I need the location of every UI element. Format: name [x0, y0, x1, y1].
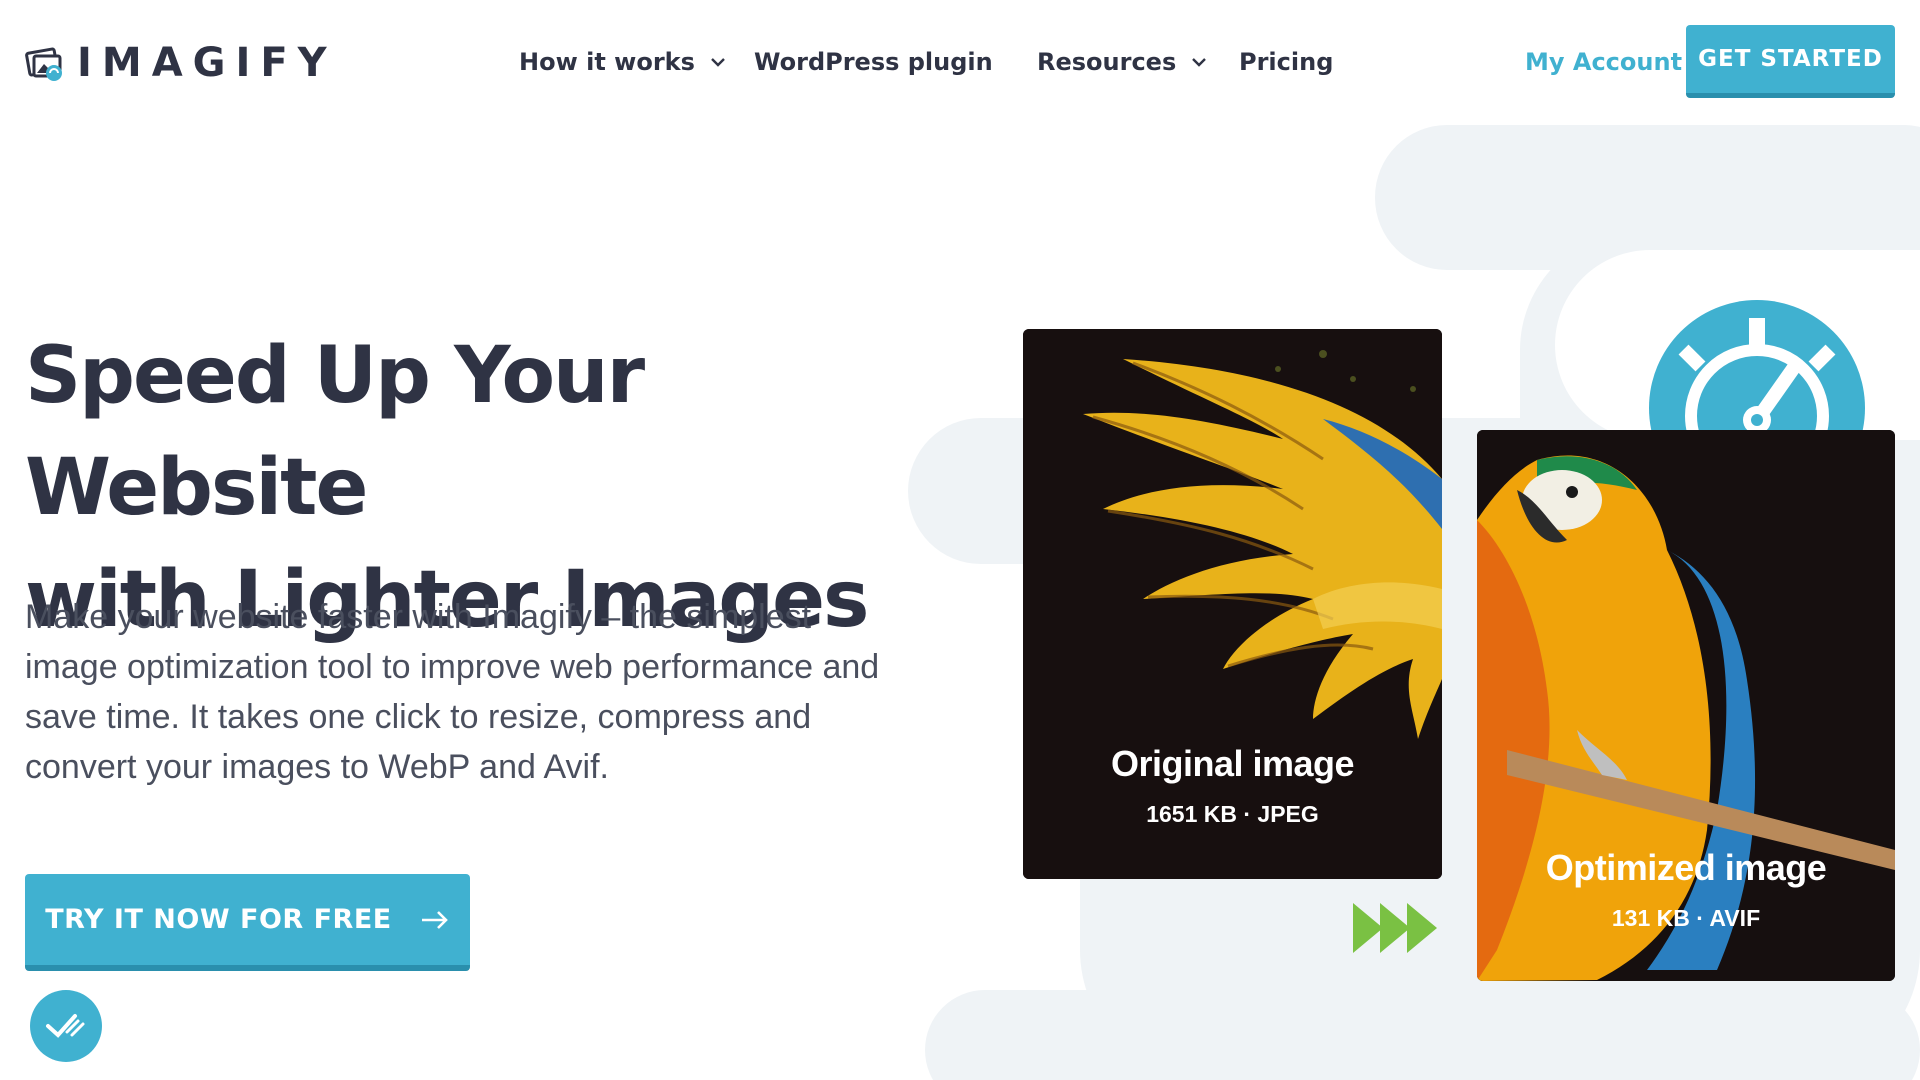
nav-item-wordpress-plugin[interactable]: WordPress plugin — [754, 48, 993, 76]
original-image-title: Original image — [1110, 743, 1355, 784]
nav-item-how-it-works[interactable]: How it works — [519, 48, 727, 76]
get-started-button[interactable]: GET STARTED — [1686, 25, 1895, 98]
original-image-caption: Original image 1651 KB · JPEG — [1023, 743, 1442, 828]
my-account-link[interactable]: My Account — [1525, 48, 1682, 76]
chevron-down-icon — [711, 58, 725, 67]
original-image-size: 1651 KB · JPEG — [1146, 801, 1319, 827]
speedometer-icon — [1649, 300, 1865, 436]
nav-item-resources[interactable]: Resources — [1037, 48, 1208, 76]
hero-title-line-1: Speed Up Your Website — [25, 331, 645, 533]
arrow-right-icon — [421, 910, 448, 929]
try-it-now-label: TRY IT NOW FOR FREE — [45, 904, 392, 935]
optimized-image-title: Optimized image — [1545, 847, 1827, 888]
fast-forward-icon — [1353, 903, 1437, 953]
original-image-card: Original image 1651 KB · JPEG — [1023, 329, 1442, 879]
checkmark-badge[interactable] — [30, 990, 102, 1062]
hero-description: Make your website faster with Imagify – … — [25, 598, 880, 786]
checkmark-badge-icon — [46, 1014, 85, 1038]
nav-item-label: Resources — [1037, 48, 1177, 76]
main-nav: How it works WordPress plugin Resources … — [0, 0, 1920, 120]
nav-item-label: WordPress plugin — [754, 48, 993, 76]
nav-item-label: How it works — [519, 48, 695, 76]
chevron-down-icon — [1192, 58, 1207, 67]
optimized-image-card: Optimized image 131 KB · AVIF — [1477, 430, 1895, 981]
optimized-image-size: 131 KB · AVIF — [1611, 905, 1761, 931]
nav-item-label: Pricing — [1239, 48, 1334, 76]
try-it-now-button[interactable]: TRY IT NOW FOR FREE — [25, 874, 470, 971]
optimized-image-caption: Optimized image 131 KB · AVIF — [1477, 847, 1895, 932]
nav-item-pricing[interactable]: Pricing — [1239, 48, 1333, 76]
